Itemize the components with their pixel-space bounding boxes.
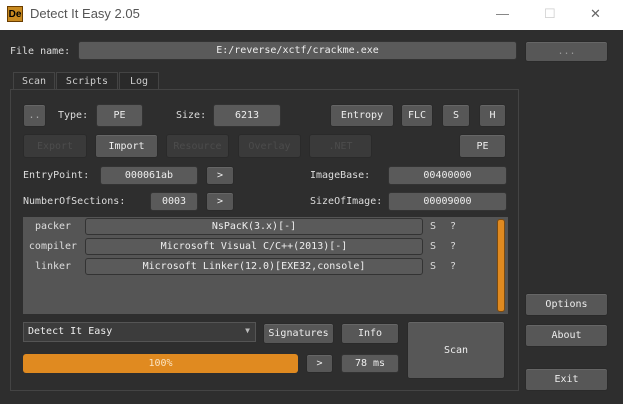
result-info-button[interactable]: ? [450,261,456,272]
about-button[interactable]: About [525,324,608,347]
results-scrollbar[interactable] [497,219,505,312]
tab-log[interactable]: Log [119,72,159,90]
app-logo-icon: De [7,6,23,22]
signatures-button[interactable]: Signatures [263,323,334,344]
sizeofimage-value[interactable]: 00009000 [388,192,507,211]
entropy-button[interactable]: Entropy [330,104,394,127]
entrypoint-label: EntryPoint: [23,170,90,181]
imagebase-value[interactable]: 00400000 [388,166,507,185]
resource-button[interactable]: Resource [166,134,229,158]
export-button[interactable]: Export [23,134,87,158]
imagebase-label: ImageBase: [310,170,371,181]
tab-scripts[interactable]: Scripts [56,72,118,90]
result-row: compiler Microsoft Visual C/C++(2013)[-]… [23,237,493,256]
dots-button[interactable]: .. [23,104,46,127]
minimize-button[interactable]: — [496,6,509,21]
window-title: Detect It Easy 2.05 [30,6,140,21]
result-row: linker Microsoft Linker(12.0)[EXE32,cons… [23,257,493,276]
s-button[interactable]: S [442,104,470,127]
size-value: 6213 [213,104,281,127]
progress-next-button[interactable]: > [306,354,333,373]
type-label: Type: [58,110,89,121]
file-name-input[interactable]: E:/reverse/xctf/crackme.exe [78,41,517,60]
import-button[interactable]: Import [95,134,158,158]
result-name: Microsoft Linker(12.0)[EXE32,console] [85,258,423,275]
progress-text: 100% [148,358,173,369]
type-value: PE [96,104,143,127]
exit-button[interactable]: Exit [525,368,608,391]
size-label: Size: [176,110,207,121]
chevron-down-icon: ▼ [245,326,250,335]
results-list: packer NsPacK(3.x)[-] S ? compiler Micro… [23,217,508,314]
result-name: Microsoft Visual C/C++(2013)[-] [85,238,423,255]
pe-button[interactable]: PE [459,134,506,158]
result-type: compiler [28,241,78,252]
result-info-button[interactable]: ? [450,221,456,232]
scan-button[interactable]: Scan [407,321,505,379]
result-row: packer NsPacK(3.x)[-] S ? [23,217,493,236]
options-button[interactable]: Options [525,293,608,316]
flc-button[interactable]: FLC [401,104,433,127]
title-bar: De Detect It Easy 2.05 — ☐ ✕ [0,0,623,30]
tab-scan[interactable]: Scan [13,72,55,90]
result-type: packer [34,221,72,232]
close-button[interactable]: ✕ [590,6,601,22]
engine-select[interactable]: Detect It Easy ▼ [23,322,256,342]
result-info-button[interactable]: ? [450,241,456,252]
info-button[interactable]: Info [341,323,399,344]
result-name: NsPacK(3.x)[-] [85,218,423,235]
result-s-button[interactable]: S [430,221,436,232]
progress-bar: 100% [23,354,298,373]
scan-time: 78 ms [341,354,399,373]
result-type: linker [34,261,72,272]
entrypoint-value[interactable]: 000061ab [100,166,198,185]
overlay-button[interactable]: Overlay [238,134,301,158]
result-s-button[interactable]: S [430,261,436,272]
sizeofimage-label: SizeOfImage: [310,196,383,207]
result-s-button[interactable]: S [430,241,436,252]
engine-select-value: Detect It Easy [28,326,113,337]
h-button[interactable]: H [479,104,506,127]
browse-button[interactable]: ... [525,41,608,62]
sections-value[interactable]: 0003 [150,192,198,211]
sections-go-button[interactable]: > [206,192,234,211]
entrypoint-go-button[interactable]: > [206,166,234,185]
net-button[interactable]: .NET [309,134,372,158]
file-name-label: File name: [10,46,71,57]
maximize-button[interactable]: ☐ [544,6,556,22]
sections-label: NumberOfSections: [23,196,126,207]
